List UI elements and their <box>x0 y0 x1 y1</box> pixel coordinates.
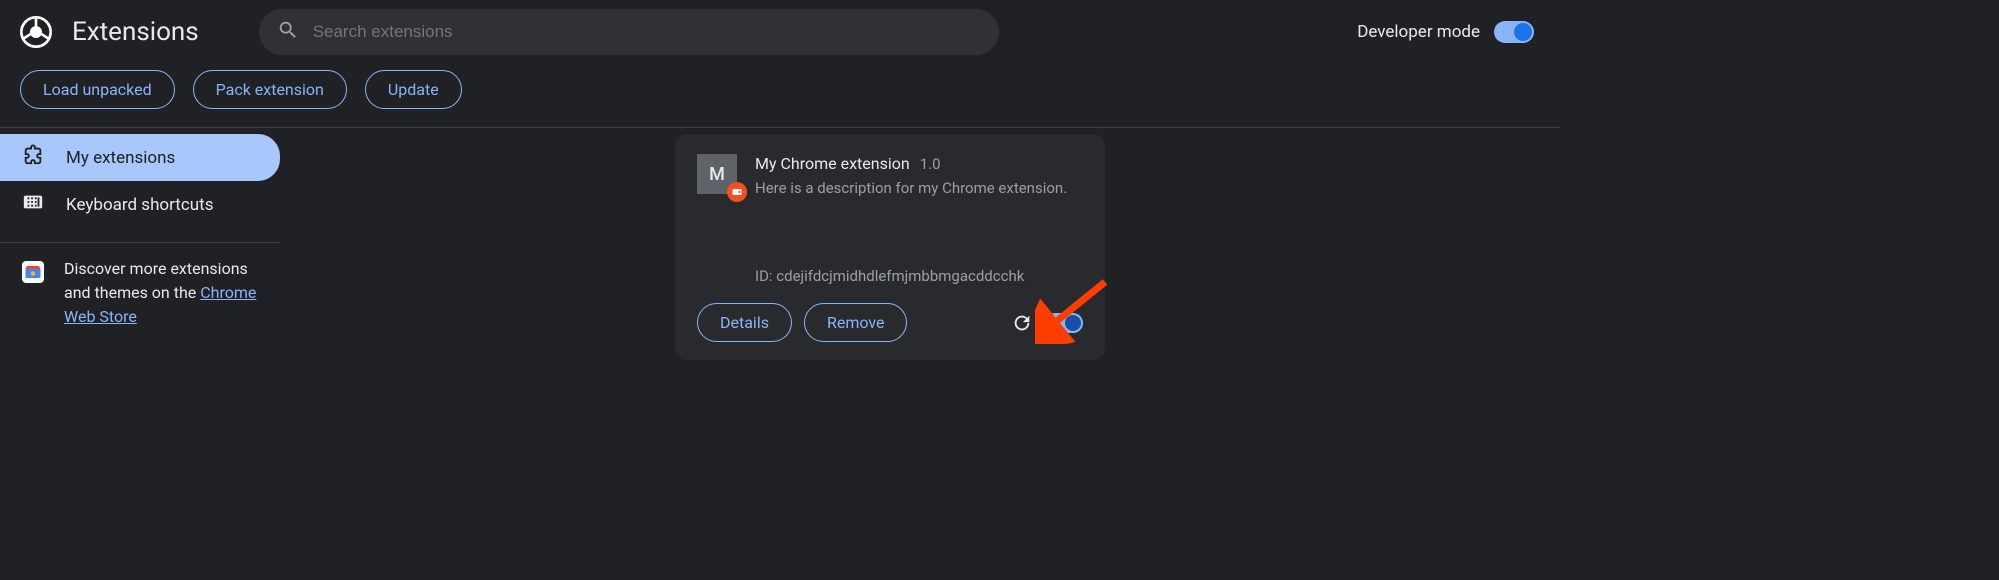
promo-text: Discover more extensions and themes on t… <box>64 257 258 329</box>
extension-icon-wrap: M <box>697 154 737 194</box>
extension-card: M My Chrome extension 1.0 Here is a desc… <box>675 134 1105 360</box>
divider <box>0 242 280 243</box>
extension-id: ID: cdejifdcjmidhdlefmjmbbmgacddcchk <box>755 267 1083 285</box>
page-title: Extensions <box>72 17 199 47</box>
developer-mode-toggle[interactable] <box>1494 21 1534 43</box>
sidebar-item-my-extensions[interactable]: My extensions <box>0 134 280 181</box>
chrome-extensions-logo-icon <box>20 16 52 48</box>
web-store-promo: Discover more extensions and themes on t… <box>0 257 280 329</box>
developer-mode-control: Developer mode <box>1357 21 1534 43</box>
puzzle-piece-icon <box>22 144 44 171</box>
reload-icon[interactable] <box>1011 312 1033 334</box>
sidebar-item-label: My extensions <box>66 148 175 168</box>
chrome-web-store-icon <box>22 261 44 283</box>
extension-version: 1.0 <box>920 155 941 173</box>
extension-enabled-toggle[interactable] <box>1045 313 1083 333</box>
header: Extensions Developer mode <box>0 0 1560 64</box>
extension-name: My Chrome extension <box>755 154 910 173</box>
developer-mode-label: Developer mode <box>1357 22 1480 42</box>
load-unpacked-button[interactable]: Load unpacked <box>20 70 175 109</box>
update-button[interactable]: Update <box>365 70 462 109</box>
search-input[interactable] <box>313 22 981 42</box>
extension-description: Here is a description for my Chrome exte… <box>755 179 1083 197</box>
developer-toolbar: Load unpacked Pack extension Update <box>0 64 1560 128</box>
sidebar-item-label: Keyboard shortcuts <box>66 195 213 215</box>
sidebar-item-keyboard-shortcuts[interactable]: Keyboard shortcuts <box>0 181 280 228</box>
pack-extension-button[interactable]: Pack extension <box>193 70 347 109</box>
search-box[interactable] <box>259 9 999 55</box>
details-button[interactable]: Details <box>697 303 792 342</box>
main-content: M My Chrome extension 1.0 Here is a desc… <box>280 128 1560 360</box>
keyboard-icon <box>22 191 44 218</box>
search-icon <box>277 19 299 45</box>
sidebar: My extensions Keyboard shortcuts Discove… <box>0 128 280 360</box>
extension-badge-icon <box>727 182 747 202</box>
remove-button[interactable]: Remove <box>804 303 908 342</box>
